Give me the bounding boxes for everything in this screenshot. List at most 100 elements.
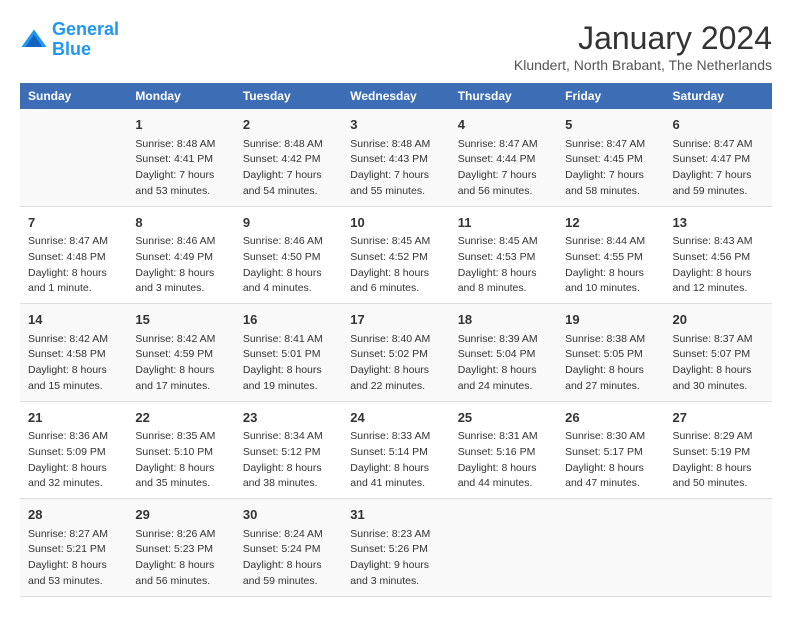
title-section: January 2024 Klundert, North Brabant, Th… — [514, 20, 772, 73]
weekday-header-row: SundayMondayTuesdayWednesdayThursdayFrid… — [20, 83, 772, 109]
calendar-cell: 30Sunrise: 8:24 AMSunset: 5:24 PMDayligh… — [235, 499, 342, 597]
day-info: Sunset: 5:04 PM — [458, 347, 549, 363]
day-info: Sunset: 4:45 PM — [565, 152, 656, 168]
day-info: Daylight: 8 hours — [350, 266, 441, 282]
day-info: Sunrise: 8:33 AM — [350, 429, 441, 445]
day-info: Sunset: 5:16 PM — [458, 445, 549, 461]
day-info: Sunset: 4:55 PM — [565, 250, 656, 266]
day-info: Sunset: 4:56 PM — [673, 250, 764, 266]
day-info: and 22 minutes. — [350, 379, 441, 395]
day-info: and 8 minutes. — [458, 281, 549, 297]
day-info: and 38 minutes. — [243, 476, 334, 492]
day-info: Sunrise: 8:45 AM — [350, 234, 441, 250]
day-info: and 47 minutes. — [565, 476, 656, 492]
day-info: and 15 minutes. — [28, 379, 119, 395]
day-info: and 55 minutes. — [350, 184, 441, 200]
day-info: and 44 minutes. — [458, 476, 549, 492]
calendar-cell: 31Sunrise: 8:23 AMSunset: 5:26 PMDayligh… — [342, 499, 449, 597]
day-info: and 30 minutes. — [673, 379, 764, 395]
day-info: Sunrise: 8:48 AM — [135, 137, 226, 153]
calendar-cell: 25Sunrise: 8:31 AMSunset: 5:16 PMDayligh… — [450, 401, 557, 499]
weekday-header-thursday: Thursday — [450, 83, 557, 109]
logo: General Blue — [20, 20, 119, 60]
day-info: Daylight: 8 hours — [135, 558, 226, 574]
day-info: and 12 minutes. — [673, 281, 764, 297]
day-info: Sunrise: 8:45 AM — [458, 234, 549, 250]
calendar-cell: 28Sunrise: 8:27 AMSunset: 5:21 PMDayligh… — [20, 499, 127, 597]
day-info: Sunrise: 8:24 AM — [243, 527, 334, 543]
day-info: Sunrise: 8:26 AM — [135, 527, 226, 543]
day-info: Sunrise: 8:42 AM — [135, 332, 226, 348]
day-info: Daylight: 8 hours — [28, 363, 119, 379]
day-info: Sunset: 5:14 PM — [350, 445, 441, 461]
day-info: Sunset: 5:05 PM — [565, 347, 656, 363]
day-info: Daylight: 8 hours — [243, 363, 334, 379]
calendar-cell: 10Sunrise: 8:45 AMSunset: 4:52 PMDayligh… — [342, 206, 449, 304]
day-info: Sunrise: 8:47 AM — [565, 137, 656, 153]
day-info: Sunset: 5:10 PM — [135, 445, 226, 461]
day-info: Daylight: 8 hours — [28, 558, 119, 574]
day-info: and 3 minutes. — [135, 281, 226, 297]
calendar-cell: 23Sunrise: 8:34 AMSunset: 5:12 PMDayligh… — [235, 401, 342, 499]
day-number: 22 — [135, 408, 226, 428]
day-info: and 6 minutes. — [350, 281, 441, 297]
day-info: and 53 minutes. — [135, 184, 226, 200]
day-number: 28 — [28, 505, 119, 525]
day-info: Sunrise: 8:47 AM — [458, 137, 549, 153]
calendar-cell: 6Sunrise: 8:47 AMSunset: 4:47 PMDaylight… — [665, 109, 772, 206]
day-info: Sunrise: 8:37 AM — [673, 332, 764, 348]
calendar-cell: 8Sunrise: 8:46 AMSunset: 4:49 PMDaylight… — [127, 206, 234, 304]
day-info: Sunrise: 8:36 AM — [28, 429, 119, 445]
day-info: Sunset: 5:24 PM — [243, 542, 334, 558]
week-row-2: 7Sunrise: 8:47 AMSunset: 4:48 PMDaylight… — [20, 206, 772, 304]
day-info: Sunset: 4:44 PM — [458, 152, 549, 168]
day-info: Sunrise: 8:31 AM — [458, 429, 549, 445]
calendar-table: SundayMondayTuesdayWednesdayThursdayFrid… — [20, 83, 772, 597]
day-number: 31 — [350, 505, 441, 525]
day-info: Daylight: 8 hours — [28, 266, 119, 282]
day-info: Daylight: 8 hours — [135, 363, 226, 379]
day-number: 14 — [28, 310, 119, 330]
day-info: Sunset: 5:17 PM — [565, 445, 656, 461]
day-number: 9 — [243, 213, 334, 233]
day-info: Daylight: 7 hours — [243, 168, 334, 184]
day-info: Sunset: 5:12 PM — [243, 445, 334, 461]
day-info: and 59 minutes. — [673, 184, 764, 200]
month-title: January 2024 — [514, 20, 772, 57]
calendar-cell — [20, 109, 127, 206]
day-info: Sunrise: 8:30 AM — [565, 429, 656, 445]
day-number: 15 — [135, 310, 226, 330]
day-info: and 59 minutes. — [243, 574, 334, 590]
day-info: Daylight: 8 hours — [565, 363, 656, 379]
day-info: and 35 minutes. — [135, 476, 226, 492]
day-info: and 3 minutes. — [350, 574, 441, 590]
week-row-4: 21Sunrise: 8:36 AMSunset: 5:09 PMDayligh… — [20, 401, 772, 499]
day-info: and 53 minutes. — [28, 574, 119, 590]
day-info: Daylight: 8 hours — [565, 461, 656, 477]
day-number: 7 — [28, 213, 119, 233]
weekday-header-tuesday: Tuesday — [235, 83, 342, 109]
day-number: 25 — [458, 408, 549, 428]
calendar-cell: 4Sunrise: 8:47 AMSunset: 4:44 PMDaylight… — [450, 109, 557, 206]
calendar-cell: 16Sunrise: 8:41 AMSunset: 5:01 PMDayligh… — [235, 304, 342, 402]
calendar-cell: 21Sunrise: 8:36 AMSunset: 5:09 PMDayligh… — [20, 401, 127, 499]
day-number: 16 — [243, 310, 334, 330]
day-info: and 4 minutes. — [243, 281, 334, 297]
day-number: 1 — [135, 115, 226, 135]
day-info: Sunset: 4:59 PM — [135, 347, 226, 363]
day-info: and 10 minutes. — [565, 281, 656, 297]
day-info: Daylight: 7 hours — [673, 168, 764, 184]
calendar-cell: 3Sunrise: 8:48 AMSunset: 4:43 PMDaylight… — [342, 109, 449, 206]
day-info: Daylight: 8 hours — [673, 461, 764, 477]
day-info: Daylight: 8 hours — [458, 266, 549, 282]
day-info: Daylight: 8 hours — [28, 461, 119, 477]
day-info: Sunset: 4:43 PM — [350, 152, 441, 168]
day-number: 4 — [458, 115, 549, 135]
day-info: Sunrise: 8:29 AM — [673, 429, 764, 445]
week-row-1: 1Sunrise: 8:48 AMSunset: 4:41 PMDaylight… — [20, 109, 772, 206]
day-number: 10 — [350, 213, 441, 233]
day-number: 12 — [565, 213, 656, 233]
day-info: Daylight: 8 hours — [243, 558, 334, 574]
day-info: Daylight: 8 hours — [350, 461, 441, 477]
day-number: 3 — [350, 115, 441, 135]
